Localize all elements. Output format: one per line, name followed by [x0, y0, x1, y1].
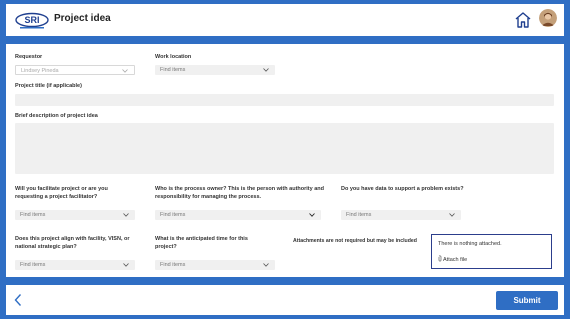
page-title: Project idea	[54, 13, 111, 24]
attachments-box: There is nothing attached. Attach file	[431, 234, 552, 269]
avatar[interactable]	[539, 9, 557, 27]
back-arrow-icon[interactable]	[13, 293, 23, 307]
home-icon[interactable]	[513, 10, 533, 30]
align-placeholder: Find items	[20, 262, 46, 268]
attach-file-button[interactable]: Attach file	[438, 255, 467, 263]
attach-file-label: Attach file	[443, 257, 468, 263]
align-label: Does this project align with facility, V…	[15, 236, 130, 250]
chevron-down-icon	[263, 263, 269, 267]
chevron-down-icon	[263, 68, 269, 72]
submit-button[interactable]: Submit	[496, 291, 558, 310]
align-select[interactable]: Find items	[15, 260, 135, 270]
work-location-label: Work location	[155, 54, 192, 60]
project-title-input[interactable]	[15, 94, 554, 106]
chevron-down-icon	[122, 69, 128, 73]
project-idea-form: Requestor Lindsey Pineda Work location F…	[6, 44, 564, 277]
requestor-label: Requestor	[15, 54, 43, 60]
timeline-select[interactable]: Find items	[155, 260, 275, 270]
attachments-label: Attachments are not required but may be …	[293, 238, 417, 244]
data-support-select[interactable]: Find items	[341, 210, 461, 220]
footer-bar: Submit	[6, 285, 564, 315]
facilitate-label: Will you facilitate project or are you r…	[15, 186, 108, 200]
sri-logo: SRI	[15, 12, 49, 29]
facilitate-placeholder: Find items	[20, 212, 46, 218]
work-location-placeholder: Find items	[160, 67, 186, 73]
requestor-select[interactable]: Lindsey Pineda	[15, 65, 135, 75]
facilitate-select[interactable]: Find items	[15, 210, 135, 220]
chevron-down-icon	[449, 213, 455, 217]
chevron-down-icon	[123, 263, 129, 267]
data-support-label: Do you have data to support a problem ex…	[341, 186, 464, 192]
requestor-value: Lindsey Pineda	[21, 68, 59, 74]
header-bar: SRI Project idea	[6, 4, 564, 36]
chevron-down-icon	[123, 213, 129, 217]
process-owner-placeholder: Find items	[160, 212, 186, 218]
work-location-select[interactable]: Find items	[155, 65, 275, 75]
data-support-placeholder: Find items	[346, 212, 372, 218]
app-frame: SRI Project idea Requestor Lindsey Pined…	[0, 0, 570, 319]
description-label: Brief description of project idea	[15, 113, 98, 119]
description-textarea[interactable]	[15, 123, 554, 174]
process-owner-label: Who is the process owner? This is the pe…	[155, 186, 324, 200]
logo-text: SRI	[24, 15, 39, 25]
project-title-label: Project title (if applicable)	[15, 83, 82, 89]
paperclip-icon	[438, 255, 442, 262]
attachments-empty-text: There is nothing attached.	[438, 241, 502, 247]
process-owner-select[interactable]: Find items	[155, 210, 321, 220]
timeline-placeholder: Find items	[160, 262, 186, 268]
timeline-label: What is the anticipated time for this pr…	[155, 236, 248, 250]
chevron-down-icon	[309, 213, 315, 217]
